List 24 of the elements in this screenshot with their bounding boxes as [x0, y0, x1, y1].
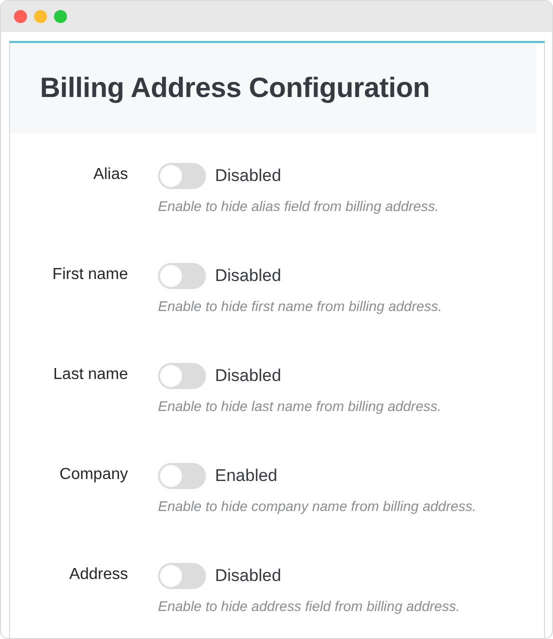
setting-label: Company — [60, 466, 128, 484]
status-text: Enabled — [215, 466, 278, 486]
setting-label: Address — [69, 566, 128, 584]
status-text: Disabled — [215, 366, 282, 386]
toggle-switch[interactable] — [158, 263, 206, 289]
panel-title: Billing Address Configuration — [40, 72, 430, 104]
status-text: Disabled — [215, 266, 282, 286]
close-icon[interactable] — [14, 10, 27, 23]
minimize-icon[interactable] — [34, 10, 47, 23]
setting-description: Enable to hide alias field from billing address. — [158, 198, 440, 214]
status-text: Disabled — [215, 166, 282, 186]
status-text: Disabled — [215, 566, 282, 586]
setting-label: Alias — [93, 166, 128, 184]
setting-description: Enable to hide address field from billing address. — [158, 598, 461, 614]
setting-description: Enable to hide company name from billing address. — [158, 498, 478, 514]
setting-description: Enable to hide first name from billing address. — [158, 298, 444, 314]
toggle-switch[interactable] — [158, 563, 206, 589]
setting-label: Last name — [53, 366, 128, 384]
setting-description: Enable to hide last name from billing address. — [158, 398, 442, 414]
setting-label: First name — [52, 266, 128, 284]
maximize-icon[interactable] — [54, 10, 67, 23]
toggle-switch[interactable] — [158, 163, 206, 189]
toggle-switch[interactable] — [158, 463, 206, 489]
toggle-switch[interactable] — [158, 363, 206, 389]
